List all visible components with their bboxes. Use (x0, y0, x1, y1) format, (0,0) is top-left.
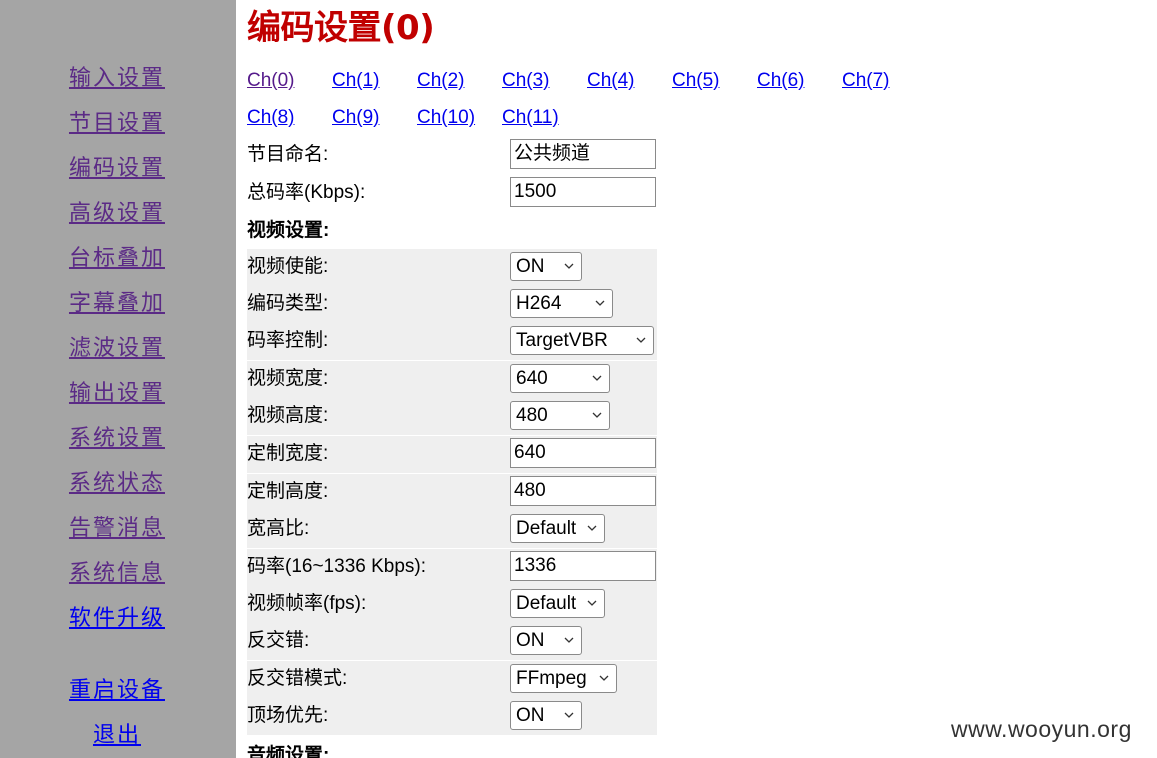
channel-link-2[interactable]: Ch(2) (417, 69, 465, 93)
video-height-row: 视频高度: 480 (247, 398, 657, 435)
video-width-label: 视频宽度: (247, 368, 329, 389)
sidebar-item-software-upgrade[interactable]: 软件升级 (0, 604, 234, 634)
custom-height-input[interactable]: 480 (510, 476, 656, 506)
chevron-down-icon (636, 337, 646, 343)
channel-link-0[interactable]: Ch(0) (247, 69, 295, 93)
chevron-down-icon (564, 637, 574, 643)
custom-width-input[interactable]: 640 (510, 438, 656, 468)
sidebar-item-system-info[interactable]: 系统信息 (0, 559, 234, 589)
codec-type-value: H264 (516, 293, 562, 314)
codec-type-label: 编码类型: (247, 293, 329, 314)
sidebar-item-program-settings[interactable]: 节目设置 (0, 109, 234, 139)
chevron-down-icon (595, 300, 605, 306)
top-field-first-value: ON (516, 705, 545, 726)
frame-rate-row: 视频帧率(fps): Default (247, 586, 657, 623)
sidebar-item-logo-overlay[interactable]: 台标叠加 (0, 244, 234, 274)
deinterlace-label: 反交错: (247, 630, 310, 651)
video-width-value: 640 (516, 368, 548, 389)
video-enable-row: 视频使能: ON (247, 249, 657, 286)
channel-link-10[interactable]: Ch(10) (417, 106, 475, 130)
reboot-button[interactable]: 重启设备 (0, 676, 234, 706)
video-enable-label: 视频使能: (247, 256, 329, 277)
deinterlace-mode-row: 反交错模式: FFmpeg (247, 661, 657, 698)
sidebar-item-subtitle-overlay[interactable]: 字幕叠加 (0, 289, 234, 319)
logout-button[interactable]: 退出 (0, 721, 234, 751)
chevron-down-icon (592, 375, 602, 381)
video-height-value: 480 (516, 405, 548, 426)
program-name-label: 节目命名: (247, 144, 329, 165)
frame-rate-label: 视频帧率(fps): (247, 593, 367, 614)
aspect-ratio-label: 宽高比: (247, 518, 310, 539)
chevron-down-icon (564, 712, 574, 718)
audio-section-heading: 音频设置: (247, 745, 330, 758)
aspect-ratio-select[interactable]: Default (510, 514, 605, 543)
chevron-down-icon (599, 675, 609, 681)
sidebar-item-filter-settings[interactable]: 滤波设置 (0, 334, 234, 364)
aspect-ratio-row: 宽高比: Default (247, 511, 657, 548)
chevron-down-icon (587, 525, 597, 531)
custom-width-row: 定制宽度: 640 (247, 436, 657, 473)
total-bitrate-label: 总码率(Kbps): (247, 182, 366, 203)
sidebar-item-input-settings[interactable]: 输入设置 (0, 64, 234, 94)
channel-link-1[interactable]: Ch(1) (332, 69, 380, 93)
deinterlace-mode-select[interactable]: FFmpeg (510, 664, 617, 693)
codec-type-row: 编码类型: H264 (247, 286, 657, 323)
program-name-row: 节目命名: 公共频道 (247, 137, 657, 174)
channel-link-11[interactable]: Ch(11) (502, 106, 559, 130)
deinterlace-value: ON (516, 630, 545, 651)
video-bitrate-label: 码率(16~1336 Kbps): (247, 556, 427, 577)
rate-control-value: TargetVBR (516, 330, 608, 351)
channel-link-5[interactable]: Ch(5) (672, 69, 720, 93)
sidebar-item-encoding-settings[interactable]: 编码设置 (0, 154, 234, 184)
sidebar-item-output-settings[interactable]: 输出设置 (0, 379, 234, 409)
video-enable-value: ON (516, 256, 545, 277)
deinterlace-mode-value: FFmpeg (516, 668, 587, 689)
custom-height-label: 定制高度: (247, 481, 329, 502)
video-height-label: 视频高度: (247, 405, 329, 426)
frame-rate-value: Default (516, 593, 577, 614)
total-bitrate-row: 总码率(Kbps): 1500 (247, 175, 657, 212)
rate-control-row: 码率控制: TargetVBR (247, 323, 657, 360)
rate-control-select[interactable]: TargetVBR (510, 326, 654, 355)
deinterlace-mode-label: 反交错模式: (247, 668, 348, 689)
program-name-input[interactable]: 公共频道 (510, 139, 656, 169)
chevron-down-icon (564, 263, 574, 269)
video-enable-select[interactable]: ON (510, 252, 582, 281)
chevron-down-icon (592, 412, 602, 418)
channel-link-7[interactable]: Ch(7) (842, 69, 890, 93)
total-bitrate-input[interactable]: 1500 (510, 177, 656, 207)
sidebar-item-advanced-settings[interactable]: 高级设置 (0, 199, 234, 229)
custom-height-row: 定制高度: 480 (247, 474, 657, 511)
custom-width-label: 定制宽度: (247, 443, 329, 464)
video-width-row: 视频宽度: 640 (247, 361, 657, 398)
page-title: 编码设置(0) (247, 8, 435, 48)
video-height-select[interactable]: 480 (510, 401, 610, 430)
channel-link-4[interactable]: Ch(4) (587, 69, 635, 93)
sidebar-item-system-status[interactable]: 系统状态 (0, 469, 234, 499)
deinterlace-select[interactable]: ON (510, 626, 582, 655)
rate-control-label: 码率控制: (247, 330, 329, 351)
channel-link-9[interactable]: Ch(9) (332, 106, 380, 130)
channel-link-6[interactable]: Ch(6) (757, 69, 805, 93)
frame-rate-select[interactable]: Default (510, 589, 605, 618)
channel-link-3[interactable]: Ch(3) (502, 69, 550, 93)
chevron-down-icon (587, 600, 597, 606)
video-bitrate-input[interactable]: 1336 (510, 551, 656, 581)
sidebar: 输入设置 节目设置 编码设置 高级设置 台标叠加 字幕叠加 滤波设置 输出设置 … (0, 0, 236, 758)
watermark-text: www.wooyun.org (951, 716, 1132, 742)
sidebar-item-system-settings[interactable]: 系统设置 (0, 424, 234, 454)
top-field-first-select[interactable]: ON (510, 701, 582, 730)
channel-link-8[interactable]: Ch(8) (247, 106, 295, 130)
video-width-select[interactable]: 640 (510, 364, 610, 393)
video-section-heading: 视频设置: (247, 220, 330, 241)
codec-type-select[interactable]: H264 (510, 289, 613, 318)
aspect-ratio-value: Default (516, 518, 577, 539)
video-bitrate-row: 码率(16~1336 Kbps): 1336 (247, 549, 657, 586)
top-field-first-row: 顶场优先: ON (247, 698, 657, 735)
sidebar-item-alarm-messages[interactable]: 告警消息 (0, 514, 234, 544)
top-field-first-label: 顶场优先: (247, 705, 329, 726)
page: 输入设置 节目设置 编码设置 高级设置 台标叠加 字幕叠加 滤波设置 输出设置 … (0, 0, 1157, 758)
deinterlace-row: 反交错: ON (247, 623, 657, 660)
